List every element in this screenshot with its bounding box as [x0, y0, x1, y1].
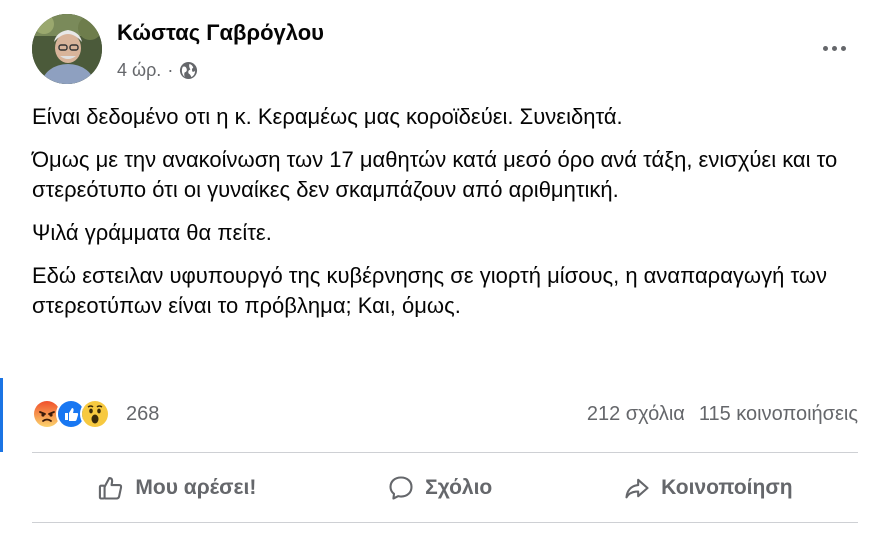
avatar-photo: [32, 14, 102, 84]
more-dot-icon: [840, 45, 846, 51]
post-text: Είναι δεδομένο οτι η κ. Κεραμέως μας κορ…: [32, 102, 858, 334]
post-meta: 4 ώρ. ·: [117, 60, 198, 81]
engagement-counts: 212 σχόλια 115 κοινοποιήσεις: [587, 403, 858, 426]
post-stats: 268 212 σχόλια 115 κοινοποιήσεις: [32, 394, 858, 434]
comments-count-link[interactable]: 212 σχόλια: [587, 403, 685, 426]
share-label: Κοινοποίηση: [661, 476, 793, 499]
post-paragraph: Όμως με την ανακοίνωση των 17 μαθητών κα…: [32, 147, 838, 202]
post-header: Κώστας Γαβρόγλου 4 ώρ. ·: [32, 14, 858, 86]
wow-reaction-icon: [80, 399, 110, 429]
reactions-summary[interactable]: 268: [32, 399, 159, 429]
post-actions: Μου αρέσει! Σχόλιο Κοινοποίηση: [32, 456, 858, 520]
like-label: Μου αρέσει!: [135, 476, 257, 499]
like-button[interactable]: Μου αρέσει!: [81, 466, 272, 510]
more-dot-icon: [822, 45, 828, 51]
actions-divider: [32, 522, 858, 523]
left-accent-line: [0, 378, 3, 452]
share-button[interactable]: Κοινοποίηση: [607, 466, 808, 510]
post-paragraph: Εδώ εστειλαν υφυπουργό της κυβέρνησης σε…: [32, 263, 827, 318]
comment-button[interactable]: Σχόλιο: [371, 466, 508, 510]
meta-separator: ·: [167, 60, 174, 80]
stats-divider: [32, 452, 858, 453]
reaction-count: 268: [126, 402, 160, 425]
avatar[interactable]: [32, 14, 102, 84]
comment-bubble-icon: [387, 474, 415, 502]
post-time[interactable]: 4 ώρ.: [117, 60, 161, 81]
post-paragraph: Είναι δεδομένο οτι η κ. Κεραμέως μας κορ…: [32, 104, 623, 129]
more-dot-icon: [831, 45, 837, 51]
share-arrow-icon: [623, 474, 651, 502]
post-paragraph: Ψιλά γράμματα θα πείτε.: [32, 220, 272, 245]
author-name[interactable]: Κώστας Γαβρόγλου: [117, 20, 324, 46]
comment-label: Σχόλιο: [425, 476, 493, 499]
more-options-button[interactable]: [816, 34, 852, 62]
thumbs-up-icon: [97, 474, 125, 502]
shares-count-link[interactable]: 115 κοινοποιήσεις: [699, 403, 858, 426]
globe-icon: [179, 61, 198, 80]
